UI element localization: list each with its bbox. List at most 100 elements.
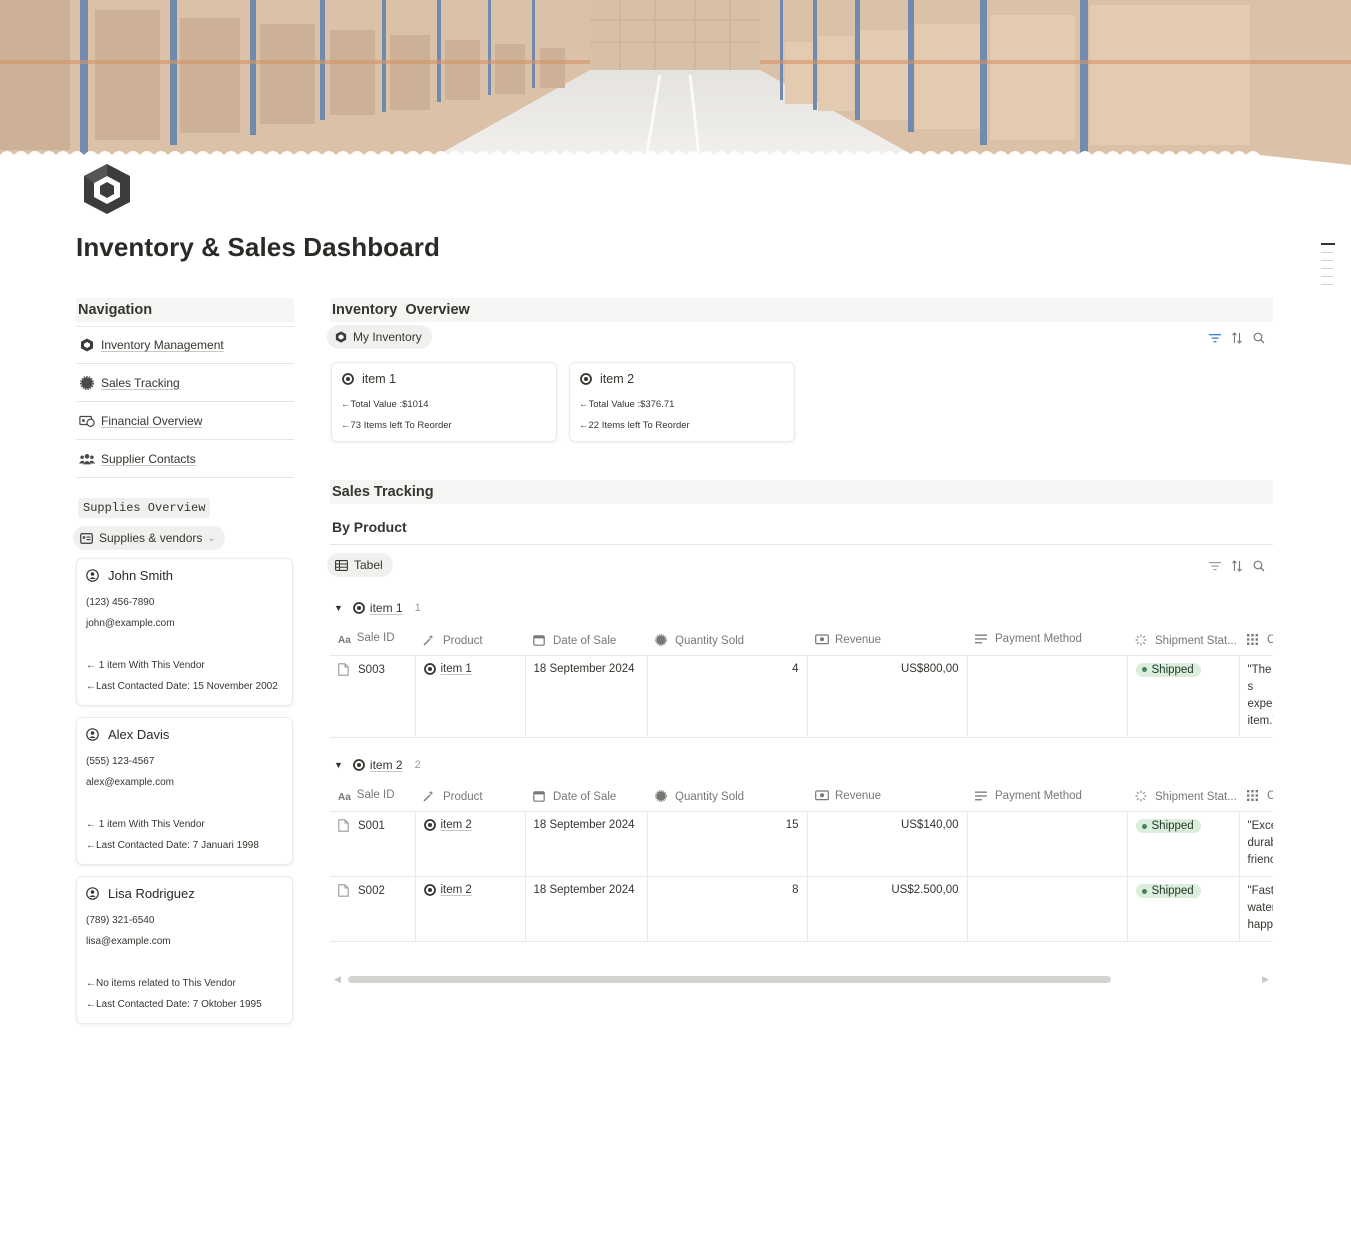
search-icon[interactable]	[1252, 331, 1265, 344]
payment-method[interactable]	[967, 655, 1128, 738]
left-column: Navigation Inventory Management Sales Tr…	[73, 298, 294, 1024]
calendar-icon	[533, 790, 547, 804]
money-icon	[79, 413, 95, 429]
column-header[interactable]: Payment Method	[967, 783, 1127, 812]
inventory-card[interactable]: item 2 ←Total Value :$376.71 ←22 Items l…	[569, 362, 795, 442]
comment[interactable]: "Fast water happy	[1239, 876, 1273, 942]
calendar-icon	[533, 634, 547, 648]
table-row[interactable]: S001 item 2 18 September 2024 15 US$140,…	[330, 811, 1273, 877]
comment[interactable]: "The s expec item."	[1239, 655, 1273, 738]
column-header[interactable]: Revenue	[807, 783, 967, 812]
shipment-status-cell[interactable]: Shipped	[1127, 655, 1240, 738]
sale-id[interactable]: S002	[358, 885, 385, 897]
vendor-card[interactable]: Alex Davis (555) 123-4567 alex@example.c…	[76, 717, 293, 865]
product-link[interactable]: item 2	[441, 819, 472, 831]
my-inventory-tab[interactable]: My Inventory	[327, 325, 432, 349]
scroll-left-arrow-icon[interactable]: ◀	[334, 974, 341, 985]
vendor-card[interactable]: Lisa Rodriguez (789) 321-6540 lisa@examp…	[76, 876, 293, 1024]
product-link[interactable]: item 2	[441, 884, 472, 896]
column-header[interactable]: Quantity Sold	[647, 627, 807, 656]
collapse-triangle-icon[interactable]: ▼	[334, 760, 343, 770]
revenue[interactable]: US$140,00	[807, 811, 968, 877]
date-of-sale[interactable]: 18 September 2024	[525, 876, 648, 942]
filter-icon[interactable]	[1208, 559, 1221, 572]
text-lines-icon	[975, 791, 989, 805]
revenue[interactable]: US$800,00	[807, 655, 968, 738]
quantity-sold[interactable]: 4	[647, 655, 808, 738]
column-header[interactable]: C	[1239, 783, 1273, 812]
badge-icon	[79, 375, 95, 391]
grid-icon	[1247, 790, 1261, 804]
column-header[interactable]: Date of Sale	[525, 627, 647, 656]
group-name[interactable]: item 2	[370, 758, 403, 772]
group-header-item-2[interactable]: ▼ item 2 2	[330, 754, 1273, 776]
spinner-icon	[1135, 634, 1149, 648]
column-header[interactable]: Shipment Stat...	[1127, 783, 1239, 812]
horizontal-scrollbar[interactable]: ◀ ▶	[330, 972, 1273, 986]
sale-id[interactable]: S001	[358, 820, 385, 832]
nav-item-inventory-management[interactable]: Inventory Management	[76, 326, 294, 364]
sale-id[interactable]: S003	[358, 664, 385, 676]
item-circle-icon	[423, 662, 436, 675]
shipment-status-cell[interactable]: Shipped	[1127, 811, 1240, 877]
column-header[interactable]: Date of Sale	[525, 783, 647, 812]
outline-mark[interactable]	[1321, 243, 1335, 245]
column-header[interactable]: Shipment Stat...	[1127, 627, 1239, 656]
quantity-sold[interactable]: 8	[647, 876, 808, 942]
item-circle-icon	[353, 602, 365, 614]
column-header[interactable]: Quantity Sold	[647, 783, 807, 812]
sales-tracking-header: Sales Tracking	[330, 480, 1273, 504]
outline-mark[interactable]	[1321, 252, 1333, 253]
collapse-triangle-icon[interactable]: ▼	[334, 603, 343, 613]
column-header[interactable]: Product	[415, 627, 525, 656]
right-column: Inventory Overview My Inventory item 1 ←…	[327, 298, 1273, 986]
table-row[interactable]: S003 item 1 18 September 2024 4 US$800,0…	[330, 655, 1273, 738]
column-header[interactable]: Payment Method	[967, 627, 1127, 656]
table-view-label: Tabel	[354, 558, 383, 572]
page-box-icon[interactable]	[80, 162, 134, 216]
column-header[interactable]: Revenue	[807, 627, 967, 656]
spinner-icon	[1135, 790, 1149, 804]
outline-mark[interactable]	[1321, 260, 1333, 261]
scrollbar-thumb[interactable]	[348, 976, 1111, 983]
filter-icon[interactable]	[1208, 331, 1221, 344]
group-header-item-1[interactable]: ▼ item 1 1	[330, 597, 1273, 619]
payment-method[interactable]	[967, 811, 1128, 877]
revenue[interactable]: US$2.500,00	[807, 876, 968, 942]
column-header[interactable]: Aa Sale ID	[330, 783, 415, 812]
table-row[interactable]: S002 item 2 18 September 2024 8 US$2.500…	[330, 876, 1273, 942]
product-link[interactable]: item 1	[441, 663, 472, 675]
payment-method[interactable]	[967, 876, 1128, 942]
page-doc-icon	[338, 662, 350, 677]
nav-item-supplier-contacts[interactable]: Supplier Contacts	[76, 440, 294, 478]
outline-mark[interactable]	[1321, 276, 1333, 277]
vendor-email: john@example.com	[86, 618, 175, 629]
page-outline[interactable]	[1321, 243, 1337, 292]
table-view-tab[interactable]: Tabel	[327, 553, 393, 577]
column-header[interactable]: Aa Sale ID	[330, 627, 415, 656]
outline-mark[interactable]	[1321, 268, 1333, 269]
nav-item-sales-tracking[interactable]: Sales Tracking	[76, 364, 294, 402]
date-of-sale[interactable]: 18 September 2024	[525, 811, 648, 877]
item-circle-icon	[342, 373, 354, 385]
supplies-view-tab[interactable]: Supplies & vendors ⌄	[73, 526, 225, 550]
sort-icon[interactable]	[1230, 559, 1243, 572]
shipment-status-cell[interactable]: Shipped	[1127, 876, 1240, 942]
money-icon	[815, 634, 829, 648]
vendor-card[interactable]: John Smith (123) 456-7890 john@example.c…	[76, 558, 293, 706]
comment[interactable]: "Exce durab frienc	[1239, 811, 1273, 877]
inventory-card-title: item 1	[362, 372, 397, 386]
date-of-sale[interactable]: 18 September 2024	[525, 655, 648, 738]
vendor-name: John Smith	[108, 568, 174, 583]
sort-icon[interactable]	[1230, 331, 1243, 344]
outline-mark[interactable]	[1321, 284, 1333, 285]
group-name[interactable]: item 1	[370, 601, 403, 615]
contact-icon	[86, 568, 100, 583]
column-header[interactable]: C	[1239, 627, 1273, 656]
inventory-card[interactable]: item 1 ←Total Value :$1014 ←73 Items lef…	[331, 362, 557, 442]
scroll-right-arrow-icon[interactable]: ▶	[1262, 974, 1269, 985]
nav-item-financial-overview[interactable]: Financial Overview	[76, 402, 294, 440]
column-header[interactable]: Product	[415, 783, 525, 812]
search-icon[interactable]	[1252, 559, 1265, 572]
quantity-sold[interactable]: 15	[647, 811, 808, 877]
